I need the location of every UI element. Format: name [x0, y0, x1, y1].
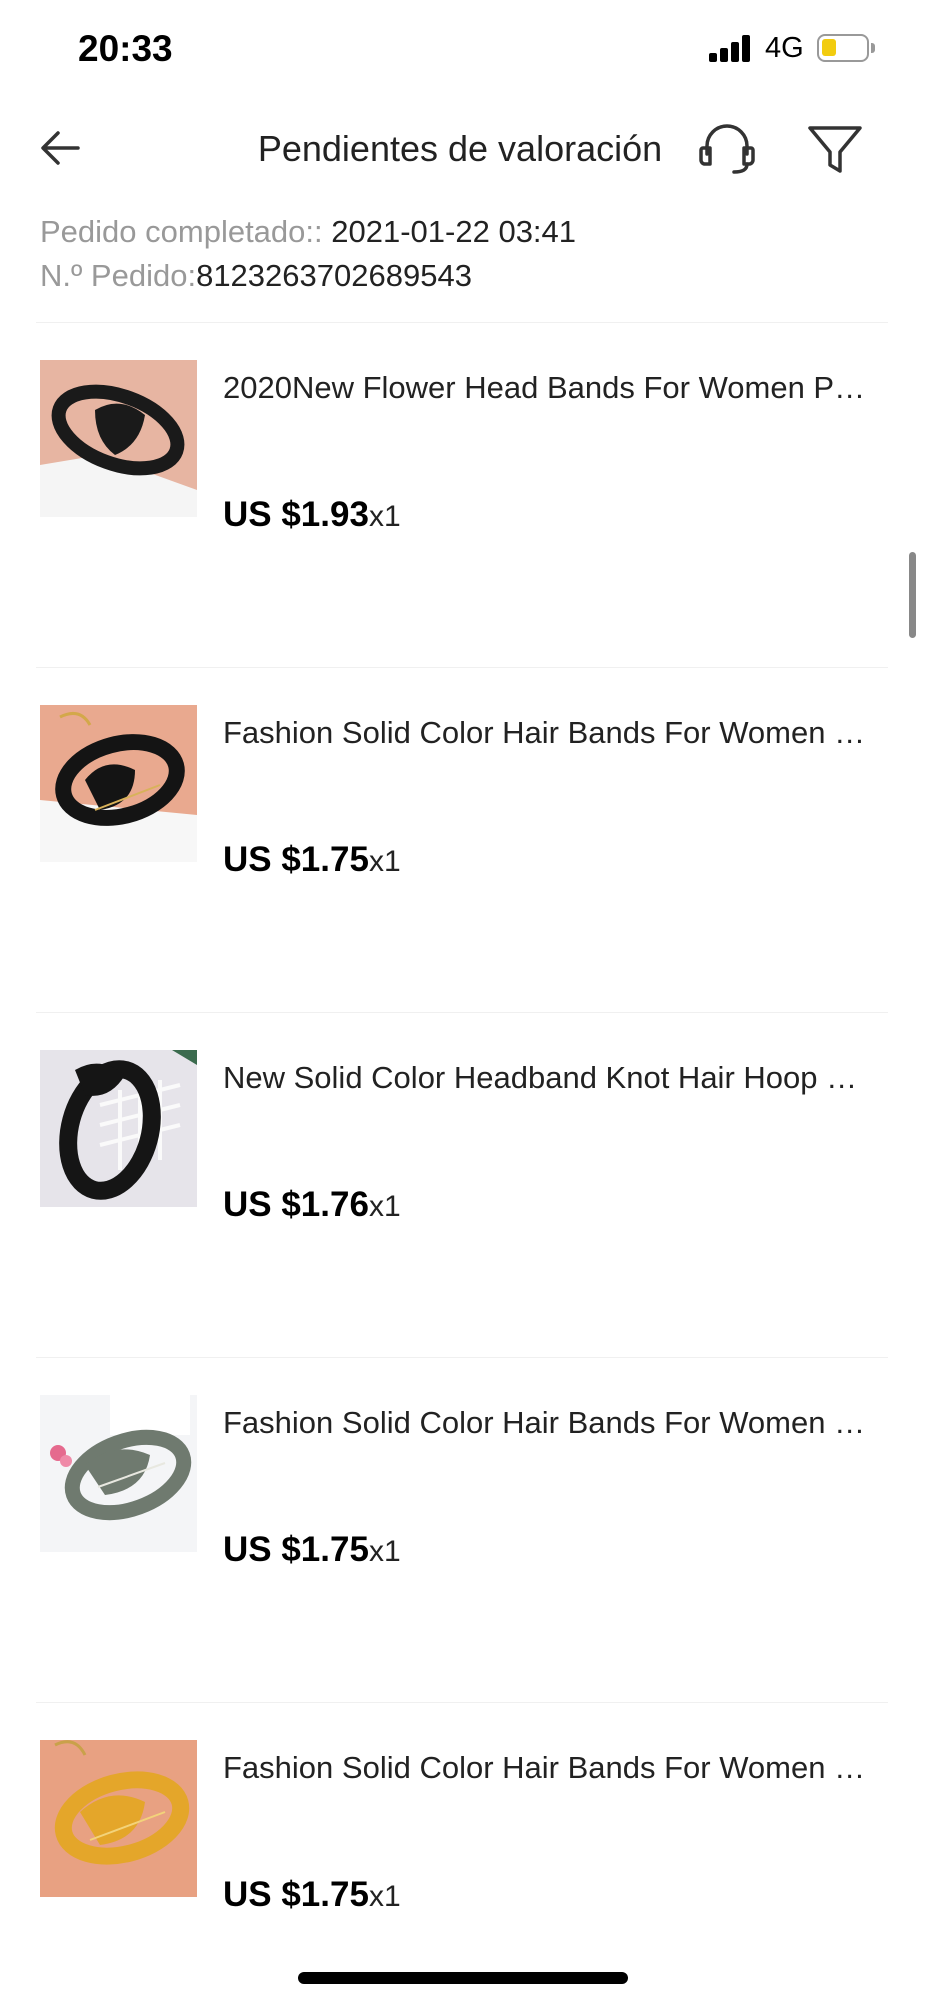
product-quantity: x1 [368, 1190, 401, 1223]
order-number-row: N.º Pedido:8123263702689543 [40, 254, 576, 298]
price-row: US $1.76x1 [223, 1185, 401, 1225]
product-title[interactable]: Fashion Solid Color Hair Bands For Women… [223, 1750, 873, 1786]
product-quantity: x1 [368, 1535, 401, 1568]
product-title[interactable]: Fashion Solid Color Hair Bands For Women… [223, 715, 873, 751]
price-row: US $1.93x1 [223, 495, 401, 535]
product-price: US $1.75 [223, 840, 369, 879]
product-price: US $1.75 [223, 1530, 369, 1569]
product-price: US $1.93 [223, 495, 369, 534]
order-info: Pedido completado:: 2021-01-22 03:41 N.º… [40, 210, 576, 298]
status-bar: 20:33 4G [0, 0, 925, 100]
product-item[interactable]: 2020New Flower Head Bands For Women Pear… [0, 360, 925, 705]
page-title: Pendientes de valoración [257, 128, 663, 169]
header-bar: Pendientes de valoración [0, 100, 925, 200]
product-price: US $1.75 [223, 1875, 369, 1914]
divider [36, 1357, 888, 1358]
order-completed-value: 2021-01-22 03:41 [331, 214, 577, 249]
price-row: US $1.75x1 [223, 840, 401, 880]
divider [36, 1012, 888, 1013]
back-arrow-icon[interactable] [36, 120, 92, 176]
divider [36, 667, 888, 668]
status-time: 20:33 [78, 28, 173, 69]
filter-icon[interactable] [804, 116, 866, 182]
product-item[interactable]: New Solid Color Headband Knot Hair Hoop … [0, 1050, 925, 1395]
network-type: 4G [765, 32, 804, 64]
order-completed-row: Pedido completado:: 2021-01-22 03:41 [40, 210, 576, 254]
product-quantity: x1 [368, 1880, 401, 1913]
product-item[interactable]: Fashion Solid Color Hair Bands For Women… [0, 1740, 925, 2000]
product-thumbnail[interactable] [40, 705, 197, 862]
divider [36, 1702, 888, 1703]
battery-icon [817, 34, 869, 62]
product-thumbnail[interactable] [40, 1395, 197, 1552]
product-title[interactable]: Fashion Solid Color Hair Bands For Women… [223, 1405, 873, 1441]
home-indicator[interactable] [298, 1972, 628, 1984]
order-completed-label: Pedido completado:: [40, 214, 323, 249]
scrollbar[interactable] [909, 552, 916, 638]
product-price: US $1.76 [223, 1185, 369, 1224]
headset-icon[interactable] [694, 116, 760, 182]
divider [36, 322, 888, 323]
product-thumbnail[interactable] [40, 1740, 197, 1897]
product-thumbnail[interactable] [40, 1050, 197, 1207]
product-quantity: x1 [368, 845, 401, 878]
product-item[interactable]: Fashion Solid Color Hair Bands For Women… [0, 705, 925, 1050]
price-row: US $1.75x1 [223, 1530, 401, 1570]
order-number-value: 8123263702689543 [196, 258, 472, 293]
product-thumbnail[interactable] [40, 360, 197, 517]
price-row: US $1.75x1 [223, 1875, 401, 1915]
product-item[interactable]: Fashion Solid Color Hair Bands For Women… [0, 1395, 925, 1740]
product-title[interactable]: 2020New Flower Head Bands For Women Pear… [223, 370, 873, 406]
product-quantity: x1 [368, 500, 401, 533]
signal-icon [709, 34, 753, 62]
battery-cap [871, 43, 875, 53]
order-number-label: N.º Pedido: [40, 258, 197, 293]
product-title[interactable]: New Solid Color Headband Knot Hair Hoop … [223, 1060, 873, 1096]
